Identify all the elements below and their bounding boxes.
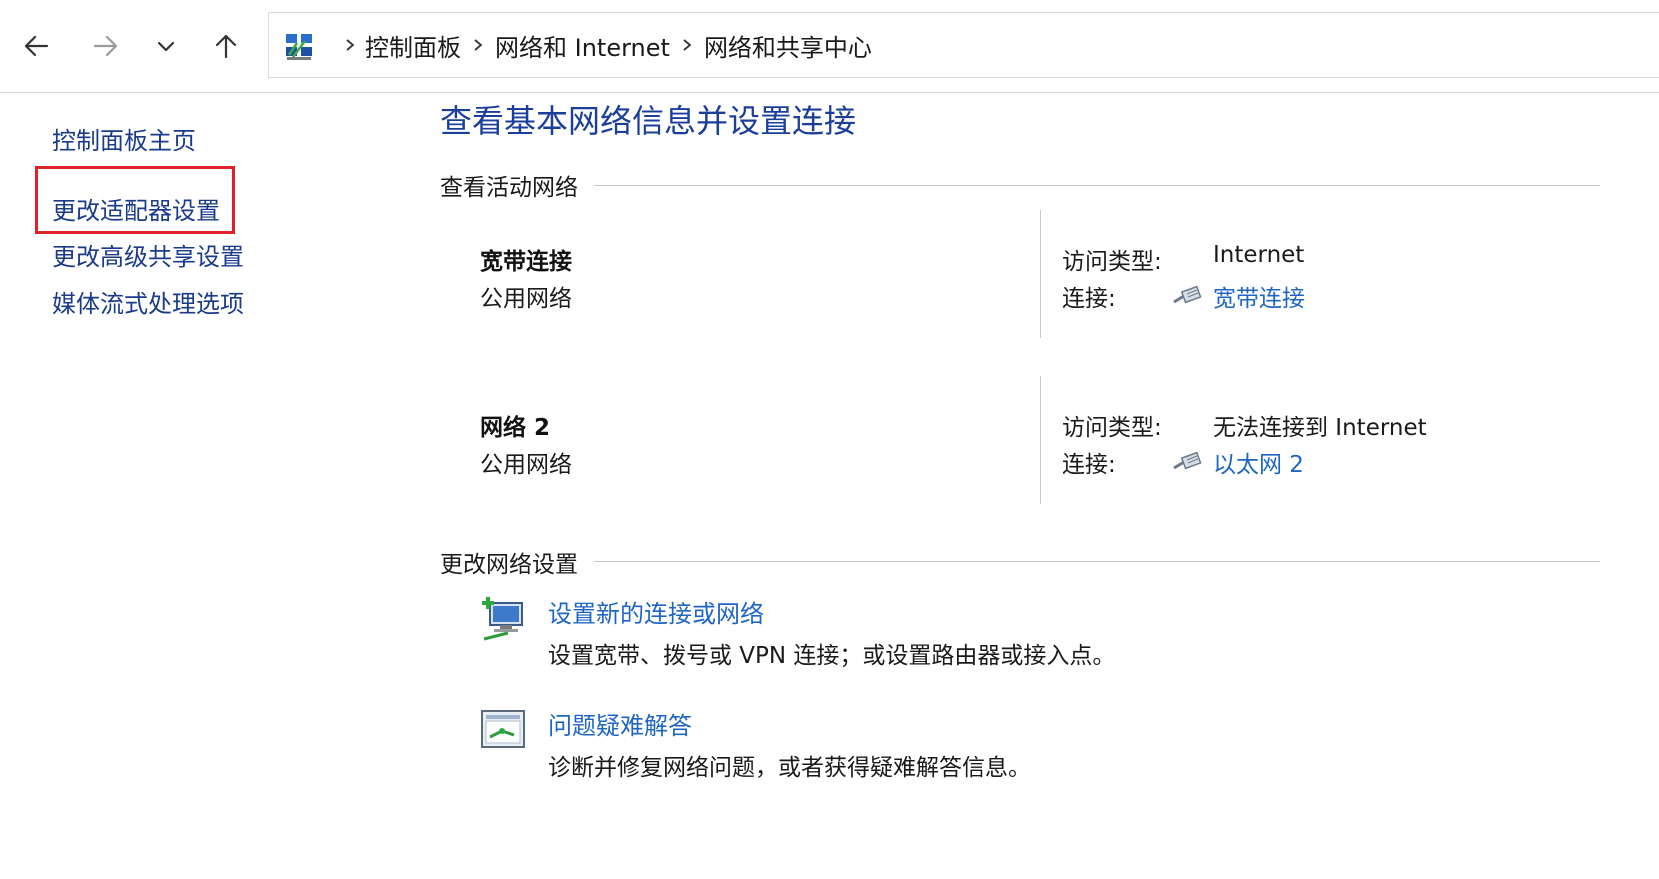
network-category: 公用网络 [480,286,572,312]
active-networks-header: 查看活动网络 [440,175,578,201]
network-name: 宽带连接 [480,249,572,275]
section-divider [594,561,1600,562]
connection-link-ethernet-2[interactable]: 以太网 2 [1213,445,1304,479]
chevron-right-icon [683,39,692,51]
sidebar-item-media-streaming-options[interactable]: 媒体流式处理选项 [52,284,244,319]
sidebar-item-control-panel-home[interactable]: 控制面板主页 [52,121,196,156]
sidebar-item-advanced-sharing-settings[interactable]: 更改高级共享设置 [52,237,244,272]
breadcrumb-control-panel[interactable]: 控制面板 [365,28,461,63]
chevron-down-icon [157,41,175,52]
forward-button[interactable] [84,24,128,68]
left-task-pane: 控制面板主页 更改适配器设置 更改高级共享设置 媒体流式处理选项 [0,93,420,879]
troubleshoot-problems-description: 诊断并修复网络问题，或者获得疑难解答信息。 [548,755,1031,781]
column-divider [1040,376,1041,504]
access-type-value: 无法连接到 Internet [1213,415,1427,441]
setup-new-connection-description: 设置宽带、拨号或 VPN 连接；或设置路由器或接入点。 [548,643,1116,669]
sidebar-item-change-adapter-settings[interactable]: 更改适配器设置 [52,191,220,226]
control-panel-icon [286,34,312,60]
network-cable-icon [1173,285,1202,304]
breadcrumb-network-internet[interactable]: 网络和 Internet [495,28,670,63]
troubleshoot-icon [481,710,525,748]
chevron-right-icon [346,39,355,51]
connection-label: 连接: [1062,286,1116,312]
breadcrumb-separator [335,38,365,52]
access-type-label: 访问类型: [1062,249,1162,275]
connection-link-broadband[interactable]: 宽带连接 [1213,279,1305,313]
arrow-up-icon [215,34,237,59]
breadcrumb-separator [670,38,704,52]
recent-locations-button[interactable] [144,24,188,68]
chevron-right-icon [474,39,483,51]
access-type-label: 访问类型: [1062,415,1162,441]
network-name: 网络 2 [480,415,551,441]
setup-new-connection-link[interactable]: 设置新的连接或网络 [548,594,764,629]
breadcrumb-network-sharing-center[interactable]: 网络和共享中心 [704,28,872,63]
section-divider [594,185,1600,186]
new-connection-icon [482,597,523,641]
access-type-value: Internet [1213,242,1305,268]
change-settings-header: 更改网络设置 [440,552,578,578]
up-button[interactable] [204,24,248,68]
column-divider [1040,210,1041,338]
breadcrumb: 控制面板 网络和 Internet 网络和共享中心 [335,13,872,77]
network-category: 公用网络 [480,452,572,478]
connection-label: 连接: [1062,452,1116,478]
troubleshoot-problems-link[interactable]: 问题疑难解答 [548,706,692,741]
page-title: 查看基本网络信息并设置连接 [440,102,857,140]
breadcrumb-separator [461,38,495,52]
back-button[interactable] [14,24,58,68]
address-bar[interactable]: 控制面板 网络和 Internet 网络和共享中心 [268,12,1659,78]
arrow-right-icon [93,35,118,57]
arrow-left-icon [24,35,49,57]
network-cable-icon [1173,451,1202,470]
navigation-bar: 控制面板 网络和 Internet 网络和共享中心 [0,0,1659,93]
